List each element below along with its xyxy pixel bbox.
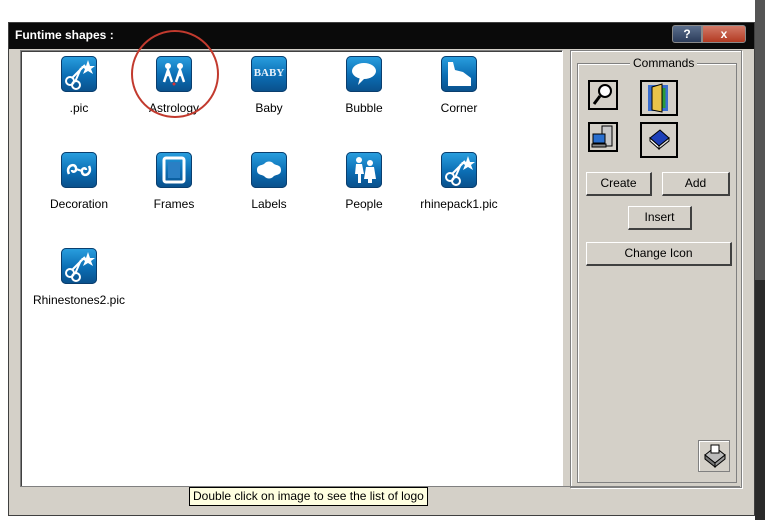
shape-item-label: .pic [69,101,89,115]
door-icon[interactable] [640,80,678,116]
shape-item-label: Frames [153,197,195,211]
scissors-star-icon [61,248,97,284]
corner-icon [441,56,477,92]
shape-item-label: Decoration [49,197,109,211]
shapes-list[interactable]: .pic Astrology BABY Baby Bubble Corner D… [20,50,563,487]
shape-item-corner[interactable]: Corner [411,56,507,115]
shape-item-label: Baby [255,101,283,115]
shape-item-people[interactable]: People [316,152,412,211]
shape-item-bubble[interactable]: Bubble [316,56,412,115]
shape-item-label: Rhinestones2.pic [32,293,126,307]
computer-icon[interactable] [588,122,618,152]
shape-item-label: rhinepack1.pic [420,197,498,211]
label-icon [251,152,287,188]
baby-text-icon: BABY [251,56,287,92]
insert-button[interactable]: Insert [628,206,692,230]
scissors-star-icon [441,152,477,188]
shape-item-labels[interactable]: Labels [221,152,317,211]
change-icon-button[interactable]: Change Icon [586,242,732,266]
eraser-icon[interactable] [640,122,678,158]
window-title: Funtime shapes : [15,28,114,42]
speech-bubble-icon [346,56,382,92]
create-button[interactable]: Create [586,172,652,196]
people-icon [346,152,382,188]
shape-item-rhinepack1[interactable]: rhinepack1.pic [411,152,507,211]
tooltip: Double click on image to see the list of… [189,487,428,506]
title-bar: Funtime shapes : ? x [9,23,754,49]
commands-group: Commands Create Add Insert Change Icon [577,56,737,483]
scissors-star-icon [61,56,97,92]
background-edge-dark [755,280,765,520]
shape-item-frames[interactable]: Frames [126,152,222,211]
help-button[interactable]: ? [672,25,702,43]
printer-icon[interactable] [698,440,730,472]
commands-legend: Commands [630,56,698,70]
shape-item-decoration[interactable]: Decoration [31,152,127,211]
baby-icon-text: BABY [253,67,285,79]
shape-item-pic[interactable]: .pic [31,56,127,115]
commands-panel: Commands Create Add Insert Change Icon [570,50,742,488]
magnifier-icon[interactable] [588,80,618,110]
shape-item-baby[interactable]: BABY Baby [221,56,317,115]
shape-item-label: Labels [251,197,287,211]
swirl-icon [61,152,97,188]
highlight-circle [131,30,219,118]
frame-icon [156,152,192,188]
shape-item-label: Bubble [345,101,383,115]
shape-item-label: People [345,197,383,211]
shape-item-label: Corner [440,101,478,115]
close-button[interactable]: x [702,25,746,43]
add-button[interactable]: Add [662,172,730,196]
shape-item-rhinestones2[interactable]: Rhinestones2.pic [31,248,127,307]
